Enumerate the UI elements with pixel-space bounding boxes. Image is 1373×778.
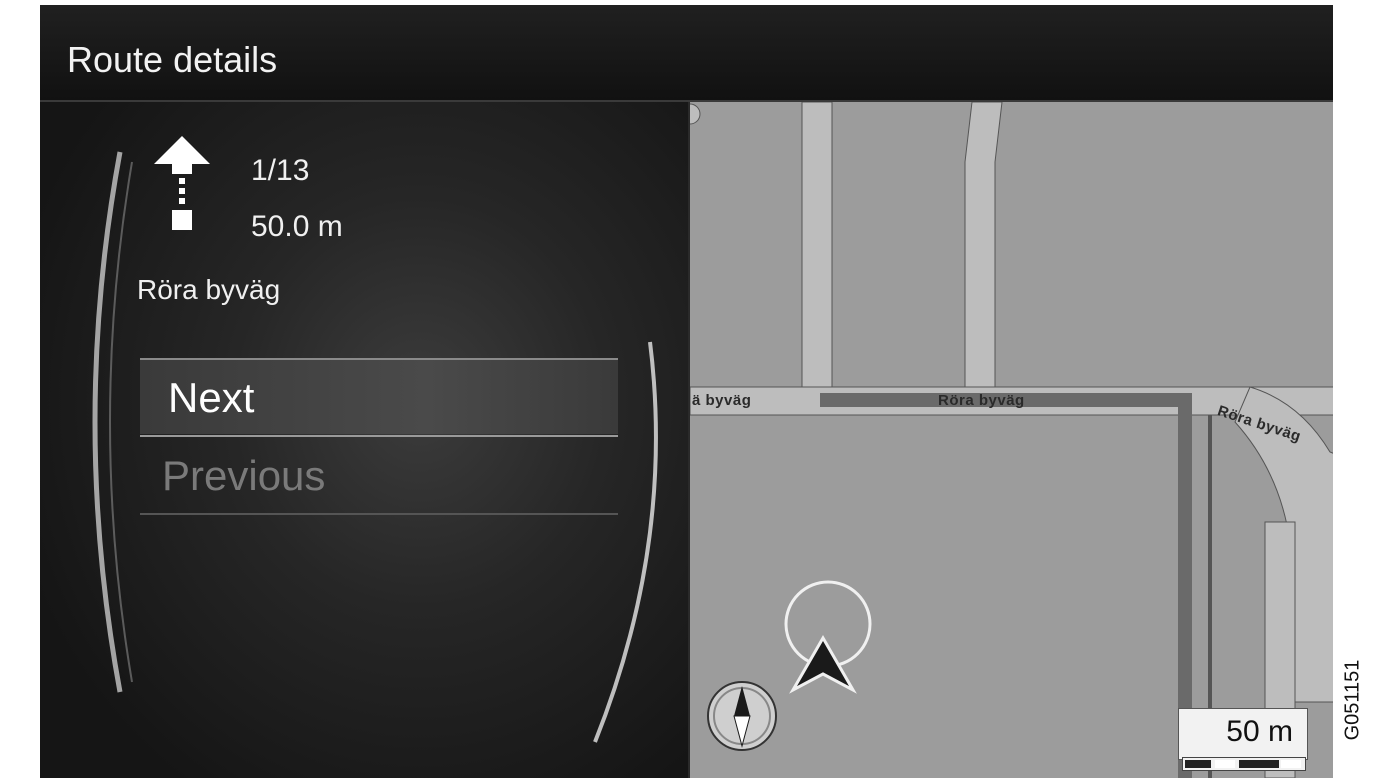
street-label-left: ä byväg	[692, 392, 752, 409]
header-bar: Route details	[40, 5, 1333, 102]
distance-to-maneuver: 50.0 m	[251, 210, 343, 243]
route-details-panel: 1/13 50.0 m Röra byväg Next Previous	[40, 102, 688, 778]
navigation-screen: Route details 1/13 50.0 m Röra byväg Nex…	[40, 5, 1333, 778]
step-counter: 1/13	[251, 154, 310, 187]
image-code-text: G051151	[1341, 659, 1364, 741]
map-scale-label: 50 m	[1226, 715, 1293, 748]
street-name: Röra byväg	[137, 274, 281, 305]
previous-button[interactable]: Previous	[162, 452, 325, 500]
map-scale-bar	[1182, 757, 1306, 771]
map-view[interactable]: ä byväg Röra byväg Röra byväg 50 m	[688, 102, 1333, 778]
straight-arrow-icon	[154, 136, 210, 230]
street-label-center: Röra byväg	[938, 392, 1025, 409]
compass-icon[interactable]	[704, 672, 780, 756]
next-button[interactable]: Next	[168, 374, 254, 422]
left-arc-decoration	[92, 151, 133, 693]
menu-divider-bottom	[140, 513, 618, 515]
image-code: G051151	[1338, 630, 1368, 770]
menu-divider-middle	[140, 435, 618, 437]
page-title: Route details	[67, 39, 278, 80]
vehicle-position-icon	[784, 580, 872, 694]
map-scale: 50 m	[1178, 708, 1308, 760]
